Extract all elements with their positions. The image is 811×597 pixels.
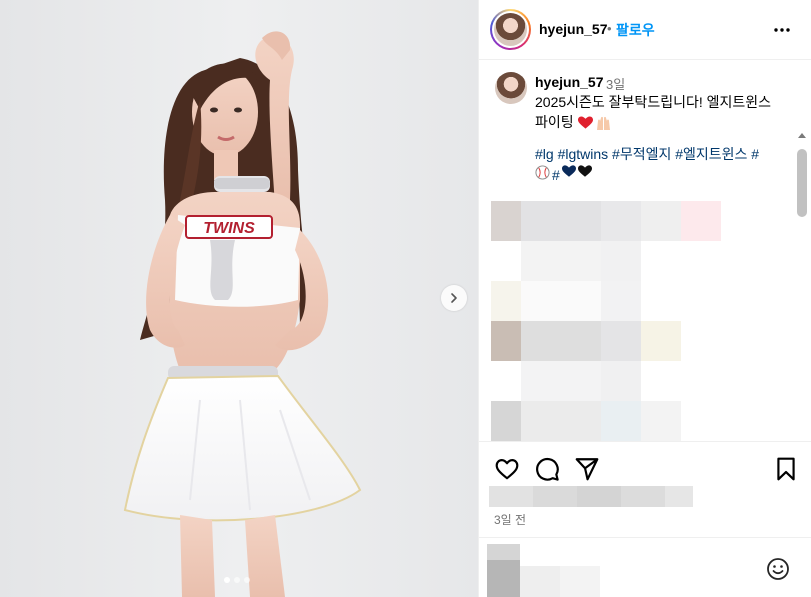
uniform-text: TWINS (203, 220, 255, 237)
header-separator: • (607, 21, 612, 36)
carousel-dot (234, 577, 240, 583)
raised-hands-icon (596, 116, 610, 130)
carousel-dot (224, 577, 230, 583)
caption-text: 2025시즌도 잘부탁드립니다! 엘지트윈스 파이팅 (535, 92, 775, 132)
post-date: 3일 전 (494, 513, 527, 527)
more-horizontal-icon[interactable] (772, 22, 792, 38)
red-heart-icon (577, 116, 593, 129)
caption-emojis (577, 116, 612, 131)
follow-button[interactable]: 팔로우 (616, 20, 655, 40)
post-media[interactable]: TWINS (0, 0, 478, 597)
scroll-up-icon[interactable] (797, 131, 807, 139)
carousel-indicator (224, 577, 250, 583)
author-username[interactable]: hyejun_57 (539, 21, 607, 37)
blue-heart-icon (561, 165, 576, 178)
caption-time: 3일 (606, 77, 626, 92)
hashtag-list[interactable]: #lg #lgtwins #무적엘지 #엘지트윈스 # (535, 146, 759, 162)
caption-username[interactable]: hyejun_57 (535, 74, 603, 90)
avatar-image (494, 13, 527, 46)
comment-bubble-icon[interactable] (534, 456, 560, 482)
black-heart-icon (577, 165, 592, 178)
hash-symbol: # (552, 167, 560, 184)
smiley-icon[interactable] (766, 557, 790, 581)
post-photo: TWINS (0, 0, 478, 597)
next-slide-button[interactable] (441, 285, 467, 311)
post-details-panel: hyejun_57 • 팔로우 hyejun_57 3일 2025시즌도 잘부탁… (478, 0, 811, 597)
paper-plane-icon[interactable] (574, 456, 600, 482)
likes-count-placeholder (489, 486, 693, 507)
caption-body: 2025시즌도 잘부탁드립니다! 엘지트윈스 파이팅 (535, 94, 772, 130)
carousel-dot (244, 577, 250, 583)
comments-scrollbar[interactable] (795, 131, 809, 441)
add-comment-bar[interactable] (479, 537, 811, 597)
scrollbar-thumb[interactable] (797, 149, 807, 217)
baseball-icon (535, 165, 550, 180)
caption-avatar[interactable] (495, 72, 527, 104)
caption-hashtags[interactable]: #lg #lgtwins #무적엘지 #엘지트윈스 # # (535, 144, 783, 185)
hashtag-emojis: # (535, 165, 592, 185)
bookmark-icon[interactable] (773, 456, 799, 482)
chevron-right-icon (451, 293, 457, 303)
post-header: hyejun_57 • 팔로우 (479, 0, 811, 60)
author-avatar[interactable] (490, 9, 531, 50)
heart-outline-icon[interactable] (494, 456, 520, 482)
comments-section[interactable]: hyejun_57 3일 2025시즌도 잘부탁드립니다! 엘지트윈스 파이팅 … (479, 61, 811, 441)
